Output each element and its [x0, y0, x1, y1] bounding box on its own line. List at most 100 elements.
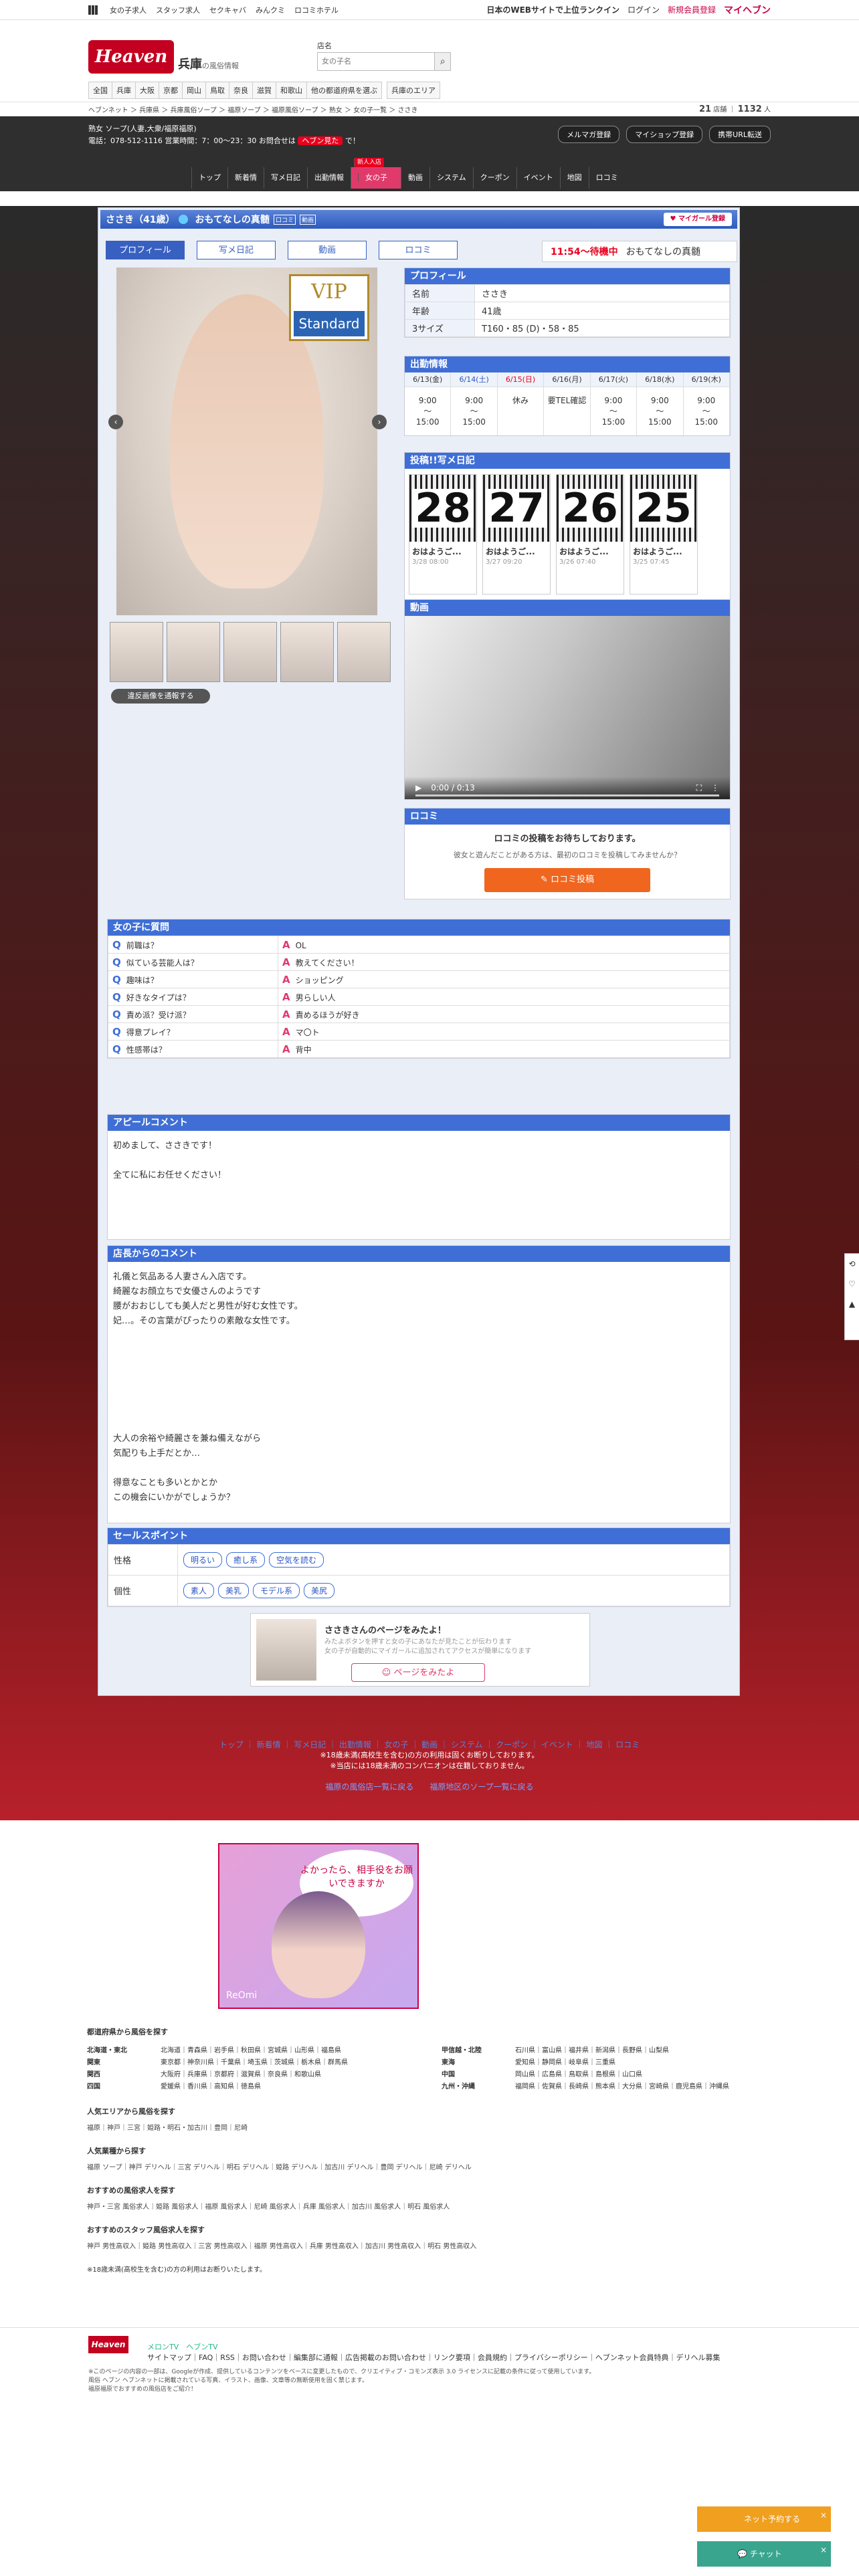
shop-nav-4[interactable]: 新人入店 女の子: [351, 158, 401, 189]
shop-nav-1[interactable]: 新着情: [227, 167, 264, 189]
pref-list[interactable]: 東京都｜神奈川県｜千葉県｜埼玉県｜茨城県｜栃木県｜群馬県: [161, 2056, 348, 2066]
shop-nav-6[interactable]: システム: [430, 167, 473, 189]
breadcrumb-text[interactable]: ヘブンネット ＞ 兵庫県 ＞ 兵庫風俗ソープ ＞ 福原ソープ ＞ 福原風俗ソープ…: [88, 104, 418, 114]
video-player[interactable]: ▶ 0:00 / 0:13 ⛶ ⋮: [405, 616, 730, 799]
mailmag-button[interactable]: メルマガ登録: [558, 126, 620, 143]
topbar-link-3[interactable]: みんクミ: [256, 5, 285, 15]
area-tab-8[interactable]: 和歌山: [276, 82, 307, 99]
salespoint-chip[interactable]: 素人: [183, 1583, 215, 1598]
footer-nav-link[interactable]: 地図: [586, 1740, 602, 1749]
footer-nav-link[interactable]: トップ: [219, 1740, 244, 1749]
fullscreen-icon[interactable]: ⛶: [696, 783, 702, 793]
area-tab-5[interactable]: 鳥取: [205, 82, 229, 99]
chat-button[interactable]: 💬 チャット ×: [697, 2541, 831, 2567]
footer-nav-link[interactable]: ロコミ: [615, 1740, 640, 1749]
pref-list[interactable]: 愛知県｜静岡県｜岐阜県｜三重県: [515, 2056, 615, 2066]
mitayo-button[interactable]: ☺ ページをみたよ: [351, 1663, 485, 1682]
salespoint-chip[interactable]: 癒し系: [226, 1552, 266, 1568]
close-icon[interactable]: ×: [820, 2537, 827, 2563]
footer-nav-link[interactable]: クーポン: [496, 1740, 528, 1749]
thumb-4[interactable]: [280, 622, 334, 682]
thumb-1[interactable]: [110, 622, 163, 682]
back-shop-list[interactable]: 福原の風俗店一覧に戻る: [325, 1782, 413, 1792]
area-tab-4[interactable]: 岡山: [182, 82, 206, 99]
footer-logo[interactable]: Heaven: [88, 2336, 128, 2353]
pref-list[interactable]: 大阪府｜兵庫県｜京都府｜滋賀県｜奈良県｜和歌山県: [161, 2068, 321, 2078]
area-tab-10[interactable]: 兵庫のエリア: [387, 82, 440, 99]
pref-group-links[interactable]: 福原 ソープ｜神戸 デリヘル｜三宮 デリヘル｜明石 デリヘル｜姫路 デリヘル｜加…: [87, 2161, 772, 2171]
footer-nav-link[interactable]: イベント: [541, 1740, 573, 1749]
top-icon[interactable]: ▲: [845, 1294, 859, 1314]
prev-photo-icon[interactable]: ‹: [108, 415, 123, 429]
pref-list[interactable]: 岡山県｜広島県｜鳥取県｜島根県｜山口県: [515, 2068, 642, 2078]
shop-nav-7[interactable]: クーポン: [472, 167, 516, 189]
diary-card[interactable]: 28 おはようご... 3/28 08:00: [409, 474, 477, 595]
diary-card[interactable]: 27 おはようご... 3/27 09:20: [482, 474, 551, 595]
topbar-link-4[interactable]: ロコミホテル: [294, 5, 339, 15]
play-icon[interactable]: ▶: [415, 783, 421, 792]
footer-nav-link[interactable]: 新着情: [257, 1740, 281, 1749]
salespoint-chip[interactable]: 美尻: [304, 1583, 335, 1598]
back-soap-list[interactable]: 福原地区のソープ一覧に戻る: [430, 1782, 533, 1792]
heaven-logo[interactable]: Heaven: [88, 40, 174, 74]
search-input[interactable]: [317, 52, 436, 71]
diary-card[interactable]: 26 おはようご... 3/26 07:40: [556, 474, 624, 595]
close-icon[interactable]: ×: [820, 2502, 827, 2528]
diary-card[interactable]: 25 おはようご... 3/25 07:45: [630, 474, 698, 595]
main-photo[interactable]: VIP Standard: [116, 267, 377, 615]
pref-list[interactable]: 石川県｜富山県｜福井県｜新潟県｜長野県｜山梨県: [515, 2044, 669, 2054]
thumb-2[interactable]: [167, 622, 220, 682]
post-review-button[interactable]: ✎ ロコミ投稿: [484, 868, 650, 892]
area-tab-3[interactable]: 京都: [159, 82, 183, 99]
register-link[interactable]: 新規会員登録: [668, 4, 716, 15]
myshop-button[interactable]: マイショップ登録: [626, 126, 703, 143]
mobile-url-button[interactable]: 携帯URL転送: [709, 126, 771, 143]
area-tab-9[interactable]: 他の都道府県を選ぶ: [306, 82, 382, 99]
report-image-button[interactable]: 違反画像を通報する: [111, 689, 210, 704]
game-ad-banner[interactable]: よかったら、相手役をお願いできますか ReOmi: [218, 1843, 419, 2009]
footer-nav-link[interactable]: 写メ日記: [294, 1740, 326, 1749]
grid-menu-icon[interactable]: [88, 5, 98, 15]
topbar-link-2[interactable]: セクキャバ: [209, 5, 246, 15]
pref-group-links[interactable]: 福原｜神戸｜三宮｜姫路・明石・加古川｜豊岡｜尼崎: [87, 2122, 772, 2132]
shop-nav-0[interactable]: トップ: [191, 167, 227, 189]
search-icon[interactable]: ⌕: [435, 52, 451, 71]
area-tab-7[interactable]: 滋賀: [252, 82, 276, 99]
thumb-3[interactable]: [223, 622, 277, 682]
pref-list[interactable]: 福岡県｜佐賀県｜長崎県｜熊本県｜大分県｜宮崎県｜鹿児島県｜沖縄県: [515, 2080, 729, 2090]
next-photo-icon[interactable]: ›: [372, 415, 387, 429]
shop-nav-3[interactable]: 出勤情報: [307, 167, 351, 189]
footer-nav-link[interactable]: 出勤情報: [339, 1740, 371, 1749]
area-tab-6[interactable]: 奈良: [229, 82, 253, 99]
mygirl-button[interactable]: ♥ マイガール登録: [663, 213, 732, 226]
shop-nav-8[interactable]: イベント: [516, 167, 560, 189]
pref-list[interactable]: 北海道｜青森県｜岩手県｜秋田県｜宮城県｜山形県｜福島県: [161, 2044, 341, 2054]
footer-badges[interactable]: メロンTV ヘブンTV: [147, 2341, 720, 2352]
history-icon[interactable]: ⟲: [845, 1254, 859, 1274]
footer-nav-link[interactable]: システム: [451, 1740, 483, 1749]
tab-review[interactable]: ロコミ: [379, 241, 458, 259]
pref-group-links[interactable]: 神戸 男性高収入｜姫路 男性高収入｜三宮 男性高収入｜福原 男性高収入｜兵庫 男…: [87, 2240, 772, 2250]
footer-nav-link[interactable]: 女の子: [385, 1740, 409, 1749]
shop-nav-5[interactable]: 動画: [401, 167, 430, 189]
video-progress[interactable]: [415, 794, 719, 796]
topbar-link-0[interactable]: 女の子求人: [110, 5, 147, 15]
pref-list[interactable]: 愛媛県｜香川県｜高知県｜徳島県: [161, 2080, 261, 2090]
more-icon[interactable]: ⋮: [711, 783, 719, 792]
area-tab-2[interactable]: 大阪: [135, 82, 159, 99]
myheaven-link[interactable]: マイヘブン: [724, 3, 771, 17]
topbar-link-1[interactable]: スタッフ求人: [156, 5, 200, 15]
pref-group-links[interactable]: 神戸・三宮 風俗求人｜姫路 風俗求人｜福原 風俗求人｜尼崎 風俗求人｜兵庫 風俗…: [87, 2201, 772, 2211]
area-tab-0[interactable]: 全国: [88, 82, 112, 99]
salespoint-chip[interactable]: 美乳: [218, 1583, 250, 1598]
thumb-5[interactable]: [337, 622, 391, 682]
shop-nav-2[interactable]: 写メ日記: [264, 167, 307, 189]
footer-nav-link[interactable]: 動画: [421, 1740, 438, 1749]
tab-profile[interactable]: プロフィール: [106, 241, 185, 259]
login-link[interactable]: ログイン: [628, 4, 660, 15]
tab-video[interactable]: 動画: [288, 241, 367, 259]
net-reserve-button[interactable]: ネット予約する ×: [697, 2506, 831, 2532]
shop-nav-10[interactable]: ロコミ: [588, 167, 625, 189]
salespoint-chip[interactable]: 明るい: [183, 1552, 223, 1568]
tab-diary[interactable]: 写メ日記: [197, 241, 276, 259]
